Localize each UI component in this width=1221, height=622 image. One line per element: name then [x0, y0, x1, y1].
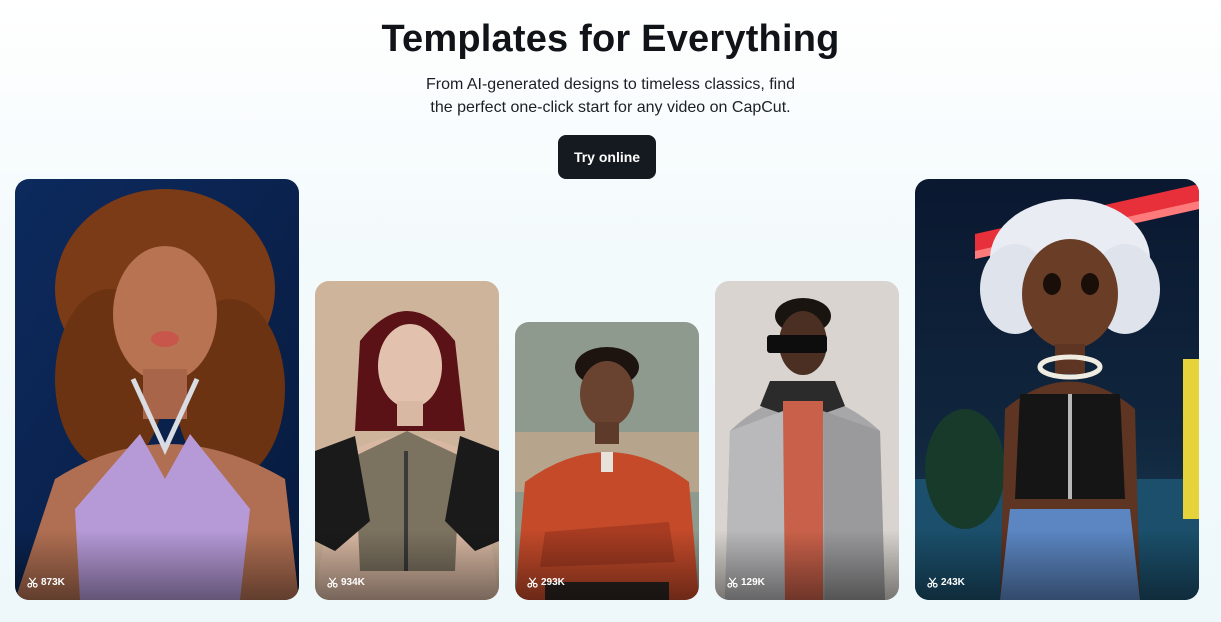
scissors-icon [927, 577, 938, 588]
usage-count-label: 934K [341, 577, 365, 588]
template-card[interactable]: 243K [915, 179, 1199, 600]
usage-count-label: 293K [541, 577, 565, 588]
template-card[interactable]: 873K [15, 179, 299, 600]
usage-count: 293K [527, 577, 565, 588]
scissors-icon [727, 577, 738, 588]
page-subtitle: From AI-generated designs to timeless cl… [0, 73, 1221, 119]
usage-count-label: 873K [41, 577, 65, 588]
template-card[interactable]: 129K [715, 281, 899, 600]
usage-count-label: 129K [741, 577, 765, 588]
thumbnail-shade [915, 530, 1199, 600]
thumbnail-shade [715, 530, 899, 600]
try-online-button[interactable]: Try online [558, 135, 656, 179]
template-card[interactable]: 934K [315, 281, 499, 600]
template-card[interactable]: 293K [515, 322, 699, 600]
thumbnail-shade [515, 530, 699, 600]
scissors-icon [527, 577, 538, 588]
usage-count: 873K [27, 577, 65, 588]
subtitle-line-1: From AI-generated designs to timeless cl… [425, 76, 796, 93]
scissors-icon [327, 577, 338, 588]
page-title: Templates for Everything [381, 18, 840, 60]
scissors-icon [27, 577, 38, 588]
usage-count: 934K [327, 577, 365, 588]
usage-count: 129K [727, 577, 765, 588]
thumbnail-shade [15, 530, 299, 600]
usage-count-label: 243K [941, 577, 965, 588]
thumbnail-shade [315, 530, 499, 600]
subtitle-line-2: the perfect one-click start for any vide… [430, 99, 791, 116]
usage-count: 243K [927, 577, 965, 588]
